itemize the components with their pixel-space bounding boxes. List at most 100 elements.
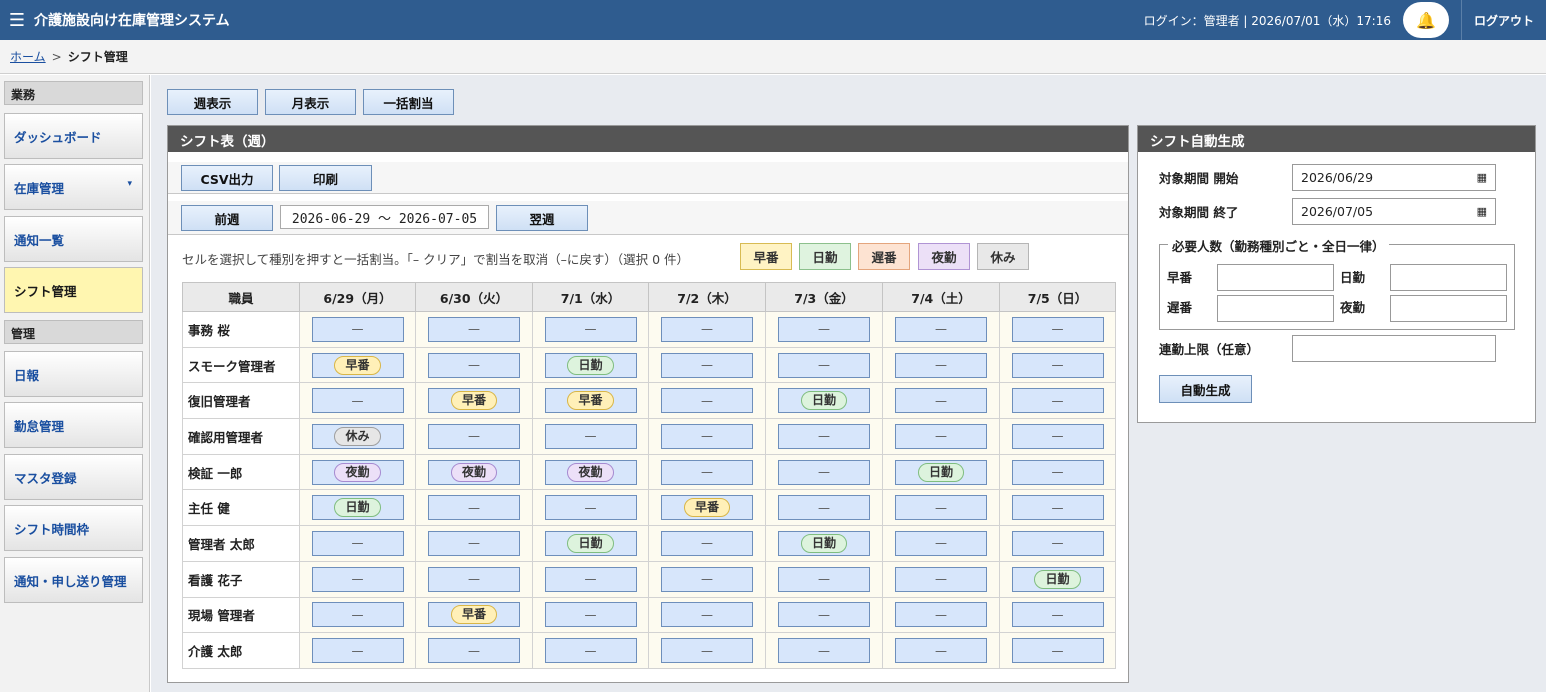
calendar-icon[interactable]: ▦ bbox=[1477, 205, 1487, 218]
menu-icon[interactable]: ☰ bbox=[0, 10, 34, 31]
shift-cell[interactable]: — bbox=[428, 638, 520, 664]
shift-cell[interactable]: — bbox=[428, 566, 520, 592]
shift-cell[interactable]: — bbox=[778, 495, 870, 521]
late-count-input[interactable] bbox=[1217, 295, 1334, 322]
shift-cell[interactable]: 夜勤 bbox=[428, 459, 520, 485]
shift-cell[interactable]: 日勤 bbox=[778, 388, 870, 414]
shift-cell[interactable]: 早番 bbox=[544, 388, 637, 414]
shift-cell[interactable]: 早番 bbox=[661, 495, 753, 521]
shift-cell[interactable]: 日勤 bbox=[778, 530, 870, 556]
shift-cell[interactable]: — bbox=[544, 495, 637, 521]
shift-cell[interactable]: — bbox=[1011, 388, 1104, 414]
bulk-assign-button[interactable]: 一括割当 bbox=[363, 89, 454, 115]
assign-night-button[interactable]: 夜勤 bbox=[918, 243, 970, 270]
month-view-button[interactable]: 月表示 bbox=[265, 89, 356, 115]
shift-cell[interactable]: — bbox=[1011, 316, 1104, 342]
shift-cell[interactable]: — bbox=[544, 316, 637, 342]
assign-off-button[interactable]: 休み bbox=[977, 243, 1029, 270]
sidebar-item-master[interactable]: マスタ登録 bbox=[4, 454, 143, 500]
shift-cell[interactable]: 日勤 bbox=[544, 352, 637, 378]
end-date-input[interactable]: 2026/07/05 ▦ bbox=[1292, 198, 1496, 225]
shift-cell[interactable]: — bbox=[661, 459, 753, 485]
shift-cell[interactable]: — bbox=[544, 423, 637, 449]
shift-cell[interactable]: — bbox=[544, 602, 637, 628]
shift-cell[interactable]: — bbox=[895, 602, 987, 628]
shift-cell[interactable]: — bbox=[544, 638, 637, 664]
breadcrumb-home-link[interactable]: ホーム bbox=[10, 48, 46, 65]
calendar-icon[interactable]: ▦ bbox=[1477, 171, 1487, 184]
shift-cell[interactable]: — bbox=[661, 316, 753, 342]
shift-cell[interactable]: — bbox=[778, 316, 870, 342]
shift-cell[interactable]: — bbox=[428, 495, 520, 521]
sidebar-item-attendance[interactable]: 勤怠管理 bbox=[4, 402, 143, 448]
shift-cell[interactable]: — bbox=[895, 388, 987, 414]
next-week-button[interactable]: 翌週 bbox=[496, 205, 588, 231]
consecutive-limit-input[interactable] bbox=[1292, 335, 1496, 362]
shift-cell[interactable]: — bbox=[311, 388, 404, 414]
shift-cell[interactable]: — bbox=[428, 530, 520, 556]
shift-cell[interactable]: — bbox=[778, 566, 870, 592]
shift-cell[interactable]: — bbox=[544, 566, 637, 592]
shift-cell[interactable]: 早番 bbox=[311, 352, 404, 378]
shift-cell[interactable]: 夜勤 bbox=[311, 459, 404, 485]
prev-week-button[interactable]: 前週 bbox=[181, 205, 273, 231]
bell-icon[interactable]: 🔔 bbox=[1403, 2, 1449, 38]
shift-cell[interactable]: — bbox=[311, 530, 404, 556]
shift-cell[interactable]: — bbox=[778, 459, 870, 485]
assign-early-button[interactable]: 早番 bbox=[740, 243, 792, 270]
shift-cell[interactable]: 早番 bbox=[428, 388, 520, 414]
shift-cell[interactable]: — bbox=[1011, 423, 1104, 449]
shift-cell[interactable]: 夜勤 bbox=[544, 459, 637, 485]
shift-cell[interactable]: — bbox=[311, 602, 404, 628]
shift-cell[interactable]: — bbox=[895, 530, 987, 556]
shift-cell[interactable]: — bbox=[895, 638, 987, 664]
shift-cell[interactable]: 休み bbox=[311, 423, 404, 449]
shift-cell[interactable]: — bbox=[778, 423, 870, 449]
csv-export-button[interactable]: CSV出力 bbox=[181, 165, 273, 191]
auto-generate-button[interactable]: 自動生成 bbox=[1159, 375, 1252, 403]
shift-cell[interactable]: — bbox=[311, 566, 404, 592]
shift-cell[interactable]: — bbox=[661, 423, 753, 449]
shift-cell[interactable]: — bbox=[895, 495, 987, 521]
shift-cell[interactable]: — bbox=[428, 423, 520, 449]
print-button[interactable]: 印刷 bbox=[279, 165, 372, 191]
shift-cell[interactable]: — bbox=[311, 316, 404, 342]
shift-cell[interactable]: — bbox=[1011, 530, 1104, 556]
shift-cell[interactable]: — bbox=[428, 316, 520, 342]
shift-cell[interactable]: — bbox=[778, 352, 870, 378]
sidebar-item-dashboard[interactable]: ダッシュボード bbox=[4, 113, 143, 159]
shift-cell[interactable]: — bbox=[1011, 352, 1104, 378]
sidebar-item-handover[interactable]: 通知・申し送り管理 bbox=[4, 557, 143, 603]
shift-cell[interactable]: — bbox=[1011, 495, 1104, 521]
shift-cell[interactable]: — bbox=[895, 316, 987, 342]
sidebar-item-shift-slots[interactable]: シフト時間枠 bbox=[4, 505, 143, 551]
shift-cell[interactable]: 日勤 bbox=[895, 459, 987, 485]
shift-cell[interactable]: 日勤 bbox=[1011, 566, 1104, 592]
night-count-input[interactable] bbox=[1390, 295, 1507, 322]
shift-cell[interactable]: — bbox=[1011, 638, 1104, 664]
sidebar-item-notifications[interactable]: 通知一覧 bbox=[4, 216, 143, 262]
shift-cell[interactable]: — bbox=[895, 423, 987, 449]
shift-cell[interactable]: — bbox=[661, 602, 753, 628]
shift-cell[interactable]: — bbox=[661, 638, 753, 664]
shift-cell[interactable]: — bbox=[428, 352, 520, 378]
assign-day-button[interactable]: 日勤 bbox=[799, 243, 851, 270]
week-view-button[interactable]: 週表示 bbox=[167, 89, 258, 115]
shift-cell[interactable]: — bbox=[661, 530, 753, 556]
early-count-input[interactable] bbox=[1217, 264, 1334, 291]
shift-cell[interactable]: — bbox=[895, 566, 987, 592]
shift-cell[interactable]: 日勤 bbox=[544, 530, 637, 556]
sidebar-item-inventory[interactable]: 在庫管理 ▾ bbox=[4, 164, 143, 210]
sidebar-item-shift[interactable]: シフト管理 bbox=[4, 267, 143, 313]
shift-cell[interactable]: — bbox=[661, 388, 753, 414]
shift-cell[interactable]: — bbox=[895, 352, 987, 378]
shift-cell[interactable]: — bbox=[661, 352, 753, 378]
shift-cell[interactable]: — bbox=[661, 566, 753, 592]
assign-late-button[interactable]: 遅番 bbox=[858, 243, 910, 270]
shift-cell[interactable]: — bbox=[778, 638, 870, 664]
shift-cell[interactable]: — bbox=[1011, 602, 1104, 628]
start-date-input[interactable]: 2026/06/29 ▦ bbox=[1292, 164, 1496, 191]
shift-cell[interactable]: 日勤 bbox=[311, 495, 404, 521]
shift-cell[interactable]: — bbox=[311, 638, 404, 664]
logout-button[interactable]: ログアウト bbox=[1461, 0, 1546, 40]
